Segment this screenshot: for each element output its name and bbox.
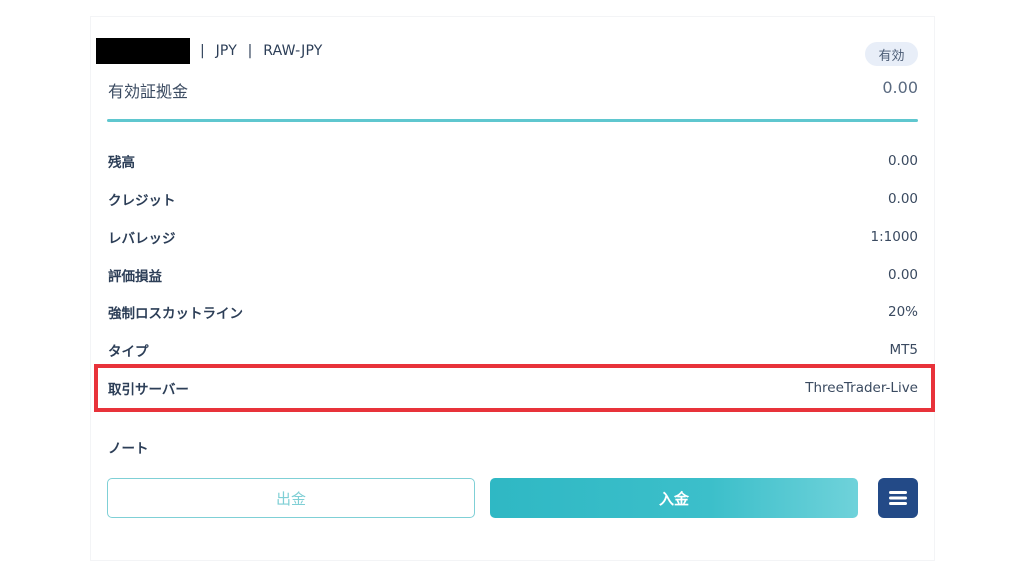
account-currency: JPY: [215, 43, 237, 59]
detail-label: 評価損益: [108, 269, 162, 285]
menu-button[interactable]: [878, 478, 918, 518]
account-header: | JPY | RAW-JPY: [96, 38, 323, 64]
notes-label: ノート: [108, 441, 149, 457]
detail-value: 0.00: [887, 267, 918, 283]
detail-label: 残高: [108, 155, 135, 171]
deposit-button[interactable]: 入金: [490, 478, 858, 518]
detail-row-floating-pl: 評価損益 0.00: [108, 263, 918, 287]
detail-row-balance: 残高 0.00: [108, 149, 918, 173]
detail-label: クレジット: [108, 193, 176, 209]
redacted-account-number: [96, 38, 190, 64]
separator: |: [247, 43, 253, 59]
detail-value: 0.00: [887, 153, 918, 169]
hamburger-menu-icon: [889, 491, 907, 505]
account-group: RAW-JPY: [263, 43, 323, 59]
account-meta: | JPY | RAW-JPY: [194, 43, 323, 59]
equity-value: 0.00: [882, 78, 918, 97]
status-badge: 有効: [865, 42, 918, 66]
detail-row-credit: クレジット 0.00: [108, 187, 918, 211]
detail-label: レバレッジ: [108, 231, 176, 247]
detail-row-type: タイプ MT5: [108, 338, 918, 362]
detail-value: MT5: [889, 342, 918, 358]
detail-row-leverage: レバレッジ 1:1000: [108, 225, 918, 249]
detail-label: タイプ: [108, 344, 149, 360]
highlight-box: [94, 364, 935, 412]
equity-label: 有効証拠金: [108, 82, 189, 101]
divider: [107, 119, 918, 122]
detail-label: 強制ロスカットライン: [108, 306, 243, 322]
separator: |: [200, 43, 205, 59]
detail-value: 20%: [887, 304, 918, 320]
detail-value: 1:1000: [870, 229, 919, 245]
withdraw-button[interactable]: 出金: [107, 478, 475, 518]
detail-value: 0.00: [887, 191, 918, 207]
detail-row-stop-out: 強制ロスカットライン 20%: [108, 300, 918, 324]
